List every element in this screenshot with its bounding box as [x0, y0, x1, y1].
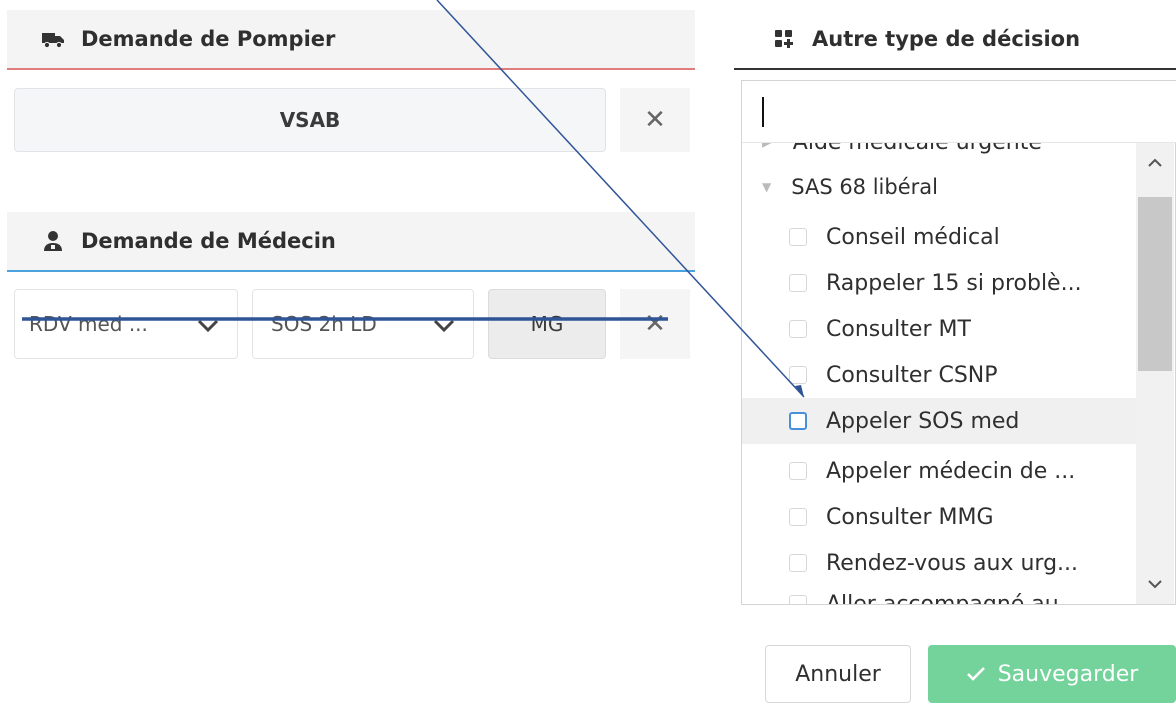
arrow-head-icon: [795, 385, 804, 397]
pointer-arrow-line: [436, 0, 805, 398]
annotation-overlay: [22, 0, 805, 398]
